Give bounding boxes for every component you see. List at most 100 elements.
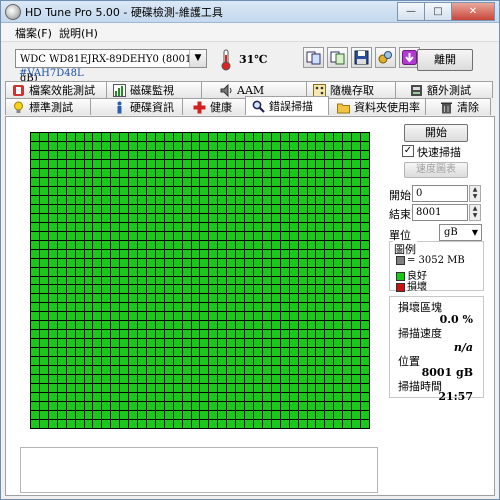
- scan-block: [102, 249, 111, 258]
- scan-block: [209, 159, 218, 168]
- scan-block: [262, 357, 271, 366]
- scan-block: [173, 312, 182, 321]
- scan-block: [182, 177, 191, 186]
- end-spinner[interactable]: ▲ ▼: [469, 204, 481, 221]
- scan-block: [39, 348, 48, 357]
- scan-block: [236, 375, 245, 384]
- tab-folder-usage[interactable]: 資料夾使用率: [328, 98, 426, 115]
- position-label: 位置: [398, 355, 420, 368]
- scan-block: [93, 186, 102, 195]
- scan-block: [218, 222, 227, 231]
- exit-button[interactable]: 離開: [417, 49, 473, 71]
- scan-block: [316, 411, 325, 420]
- scan-block: [307, 384, 316, 393]
- scan-block: [289, 258, 298, 267]
- scan-block: [316, 222, 325, 231]
- scan-block: [245, 195, 254, 204]
- scan-block: [120, 285, 129, 294]
- copy-screenshot-button[interactable]: [327, 47, 348, 68]
- tab-error-scan[interactable]: 錯誤掃描: [245, 96, 329, 115]
- scan-block: [271, 267, 280, 276]
- scan-block: [227, 195, 236, 204]
- scan-block: [120, 384, 129, 393]
- copy-text-button[interactable]: [303, 47, 324, 68]
- scan-block: [209, 384, 218, 393]
- unit-select[interactable]: gB ▼: [439, 224, 482, 241]
- scan-block: [129, 240, 138, 249]
- scan-block: [280, 384, 289, 393]
- scan-block: [245, 420, 254, 428]
- scan-block: [129, 150, 138, 159]
- save-button[interactable]: [351, 47, 372, 68]
- scan-block: [209, 195, 218, 204]
- scan-block: [298, 177, 307, 186]
- legend-group: 圖例 = 3052 MB 良好 損壞: [389, 241, 484, 293]
- start-field[interactable]: 0: [412, 185, 468, 202]
- scan-block: [245, 231, 254, 240]
- scan-block: [39, 204, 48, 213]
- drive-select[interactable]: WDC WD81EJRX-89DEHY0 (8001 gB) ▼: [15, 49, 207, 84]
- scan-block: [164, 249, 173, 258]
- scan-block: [164, 384, 173, 393]
- scan-block: [111, 384, 120, 393]
- options-button[interactable]: [375, 47, 396, 68]
- scan-block: [138, 222, 146, 231]
- scan-block: [280, 141, 289, 150]
- menu-help[interactable]: 說明(H): [59, 25, 98, 41]
- scan-block: [245, 375, 254, 384]
- scan-block: [66, 285, 75, 294]
- scan-block: [245, 330, 254, 339]
- chevron-down-icon[interactable]: ▼: [189, 50, 206, 67]
- scan-block: [271, 294, 280, 303]
- start-spinner[interactable]: ▲ ▼: [469, 185, 481, 202]
- scan-block: [39, 303, 48, 312]
- scan-block: [271, 258, 280, 267]
- scan-block: [182, 339, 191, 348]
- maximize-button[interactable]: □: [424, 2, 452, 21]
- scan-block: [245, 321, 254, 330]
- tab-info[interactable]: 硬碟資訊: [90, 98, 183, 115]
- minimize-button[interactable]: —: [397, 2, 425, 21]
- scan-block: [298, 348, 307, 357]
- scan-block: [236, 348, 245, 357]
- scan-block: [245, 267, 254, 276]
- scan-block: [39, 141, 48, 150]
- scan-block: [39, 258, 48, 267]
- scan-block: [352, 411, 361, 420]
- quick-scan-checkbox[interactable]: ✓: [402, 145, 414, 157]
- end-field[interactable]: 8001: [412, 204, 468, 221]
- scan-block: [316, 133, 325, 141]
- scan-block: [289, 321, 298, 330]
- speed-chart-button[interactable]: 速度圖表: [404, 162, 468, 178]
- scan-block: [84, 222, 93, 231]
- scan-block: [236, 195, 245, 204]
- scan-block: [164, 276, 173, 285]
- tab-benchmark[interactable]: 標準測試: [5, 98, 91, 115]
- scan-block: [39, 159, 48, 168]
- scan-block: [254, 213, 262, 222]
- scan-block: [111, 339, 120, 348]
- tab-health[interactable]: 健康: [182, 98, 246, 115]
- tab-disk-monitor[interactable]: 磁碟監視: [106, 81, 202, 98]
- scan-speed-label: 掃描速度: [398, 327, 442, 340]
- scan-block: [155, 339, 164, 348]
- scan-block: [280, 204, 289, 213]
- scan-block: [146, 240, 155, 249]
- scan-block: [155, 312, 164, 321]
- start-scan-button[interactable]: 開始: [404, 124, 468, 142]
- menu-file[interactable]: 檔案(F): [15, 25, 52, 41]
- close-button[interactable]: ✕: [451, 2, 495, 21]
- scan-block: [289, 267, 298, 276]
- tab-file-benchmark[interactable]: 檔案效能測試: [5, 81, 107, 98]
- tab-extra-tests[interactable]: 額外測試: [395, 81, 493, 98]
- scan-block: [280, 321, 289, 330]
- scan-block: [280, 339, 289, 348]
- scan-block: [102, 339, 111, 348]
- scan-block: [84, 357, 93, 366]
- tab-erase[interactable]: 清除: [425, 98, 491, 115]
- scan-block: [325, 258, 334, 267]
- scan-block: [138, 348, 146, 357]
- scan-block: [343, 267, 352, 276]
- scan-block: [227, 321, 236, 330]
- scan-block: [227, 312, 236, 321]
